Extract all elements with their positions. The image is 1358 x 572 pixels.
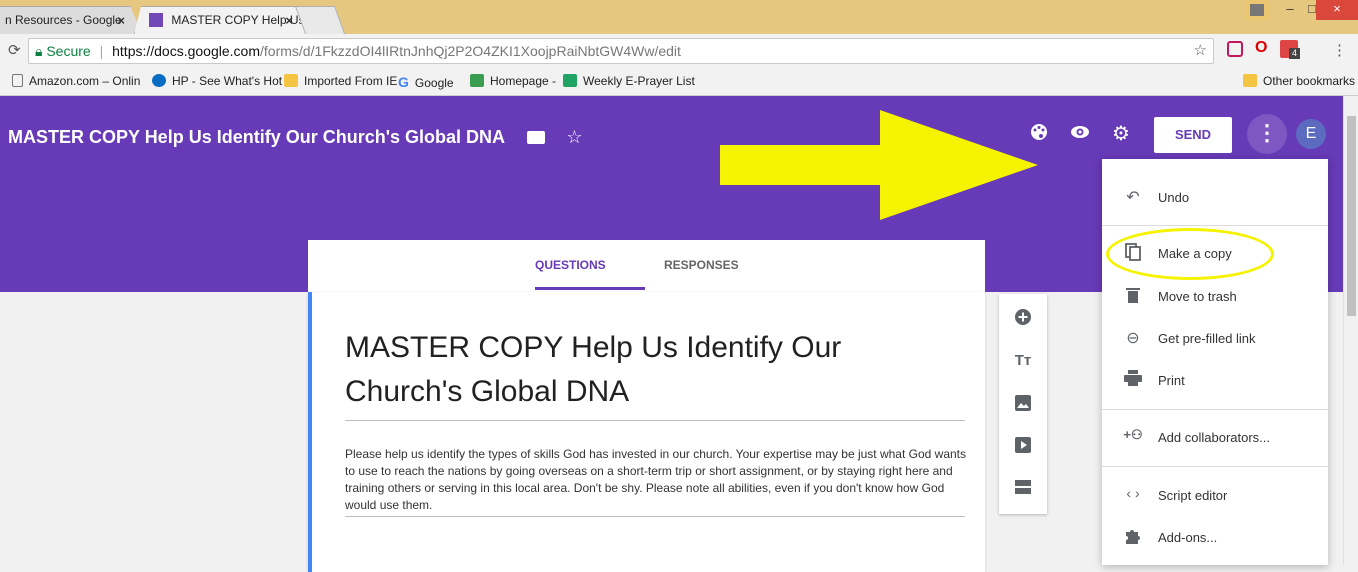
- opera-extension-icon[interactable]: O: [1255, 39, 1267, 57]
- undo-icon: ↶: [1126, 189, 1140, 206]
- bookmark-label: Weekly E-Prayer List: [583, 74, 695, 88]
- browser-tab-resources[interactable]: n Resources - Google ×: [0, 6, 142, 34]
- close-icon[interactable]: ×: [117, 13, 125, 28]
- folder-icon: [284, 74, 298, 87]
- page-scrollbar[interactable]: [1343, 96, 1358, 565]
- folder-icon[interactable]: [527, 131, 546, 144]
- video-icon[interactable]: [999, 436, 1047, 459]
- menu-divider: [1102, 409, 1328, 410]
- active-tab-indicator: [535, 287, 645, 290]
- tab-questions[interactable]: QUESTIONS: [535, 258, 606, 272]
- bookmark-label: Other bookmarks: [1263, 74, 1356, 88]
- menu-item-add-ons[interactable]: Add-ons...: [1102, 521, 1328, 555]
- send-button[interactable]: SEND: [1154, 117, 1232, 153]
- form-title-field[interactable]: MASTER COPY Help Us Identify Our Church'…: [345, 326, 965, 414]
- star-icon[interactable]: ☆: [566, 127, 582, 147]
- form-description-field[interactable]: Please help us identify the types of ski…: [345, 446, 970, 514]
- bookmark-amazon[interactable]: Amazon.com – Onlin: [12, 74, 140, 88]
- url-path: /forms/d/1FkzzdOI4lIRtnJnhQj2P2O4ZKI1Xoo…: [260, 43, 681, 59]
- menu-item-add-collaborators[interactable]: +⚇ Add collaborators...: [1102, 421, 1328, 455]
- menu-item-get-prefilled-link[interactable]: ⊖ Get pre-filled link: [1102, 322, 1328, 356]
- homepage-icon: [470, 74, 484, 87]
- menu-item-script-editor[interactable]: ‹ › Script editor: [1102, 479, 1328, 513]
- section-icon[interactable]: [999, 478, 1047, 501]
- divider: [345, 420, 965, 421]
- print-icon: [1122, 370, 1144, 391]
- avatar[interactable]: E: [1296, 119, 1326, 149]
- image-icon[interactable]: [999, 394, 1047, 417]
- folder-icon: [1243, 74, 1257, 87]
- bookmark-google[interactable]: G Google: [398, 74, 454, 90]
- bookmark-weekly-prayer[interactable]: Weekly E-Prayer List: [563, 74, 695, 88]
- tab-label: n Resources - Google: [5, 13, 122, 27]
- form-title-header[interactable]: MASTER COPY Help Us Identify Our Church'…: [8, 127, 583, 148]
- menu-item-label: Print: [1158, 373, 1185, 388]
- menu-item-print[interactable]: Print: [1102, 364, 1328, 398]
- form-tabs-card: QUESTIONS RESPONSES: [308, 240, 985, 292]
- address-bar-row: ⟳ 🔒︎ Secure | https://docs.google.com/fo…: [0, 34, 1358, 68]
- add-people-icon: +⚇: [1123, 427, 1143, 442]
- extension-badge: 4: [1289, 48, 1300, 59]
- bookmarks-bar: Amazon.com – Onlin HP - See What's Hot I…: [0, 68, 1358, 96]
- more-options-menu: ↶ Undo Make a copy Move to trash ⊖ Get p…: [1102, 159, 1328, 565]
- hp-icon: [152, 74, 166, 87]
- google-icon: G: [398, 74, 409, 90]
- menu-item-undo[interactable]: ↶ Undo: [1102, 181, 1328, 215]
- menu-item-label: Add collaborators...: [1158, 430, 1271, 445]
- link-icon: ⊖: [1126, 330, 1140, 347]
- settings-gear-icon[interactable]: ⚙: [1112, 121, 1130, 146]
- pocket-extension-icon[interactable]: [1227, 41, 1243, 57]
- bookmark-label: HP - See What's Hot: [172, 74, 283, 88]
- menu-item-label: Undo: [1158, 190, 1190, 205]
- bookmark-label: Google: [414, 76, 454, 90]
- browser-tab-strip: n Resources - Google × MASTER COPY Help …: [0, 0, 1358, 34]
- bookmark-imported-from-ie[interactable]: Imported From IE: [284, 74, 397, 88]
- annotation-arrow: [720, 110, 1038, 220]
- bookmark-other[interactable]: Other bookmarks: [1243, 74, 1355, 88]
- more-options-button[interactable]: ⋮: [1247, 114, 1287, 154]
- page-icon: [12, 74, 23, 87]
- url-host: https://docs.google.com: [112, 43, 260, 59]
- bookmark-hp[interactable]: HP - See What's Hot: [152, 74, 282, 88]
- form-title-card: MASTER COPY Help Us Identify Our Church'…: [308, 292, 985, 572]
- form-title-text: MASTER COPY Help Us Identify Our Church'…: [8, 127, 505, 147]
- bookmark-label: Amazon.com – Onlin: [29, 74, 141, 88]
- divider: [345, 516, 965, 517]
- menu-item-label: Move to trash: [1158, 289, 1237, 304]
- sheets-icon: [563, 74, 577, 87]
- tab-responses[interactable]: RESPONSES: [664, 258, 739, 272]
- palette-icon[interactable]: [1030, 123, 1048, 146]
- question-toolbar: Tт: [999, 294, 1047, 514]
- url-input[interactable]: 🔒︎ Secure | https://docs.google.com/form…: [28, 38, 1214, 64]
- add-question-icon[interactable]: [999, 308, 1047, 331]
- window-close-button[interactable]: ×: [1316, 0, 1358, 20]
- annotation-ellipse: [1106, 228, 1274, 280]
- extension-icon[interactable]: 4: [1280, 40, 1300, 59]
- user-profile-icon: [1250, 4, 1264, 16]
- browser-tab-master-copy[interactable]: MASTER COPY Help Us Id ×: [134, 6, 312, 34]
- reload-icon[interactable]: ⟳: [8, 41, 21, 59]
- menu-item-move-to-trash[interactable]: Move to trash: [1102, 280, 1328, 314]
- code-icon: ‹ ›: [1126, 485, 1140, 501]
- puzzle-icon: [1122, 527, 1144, 550]
- bookmark-label: Imported From IE: [304, 74, 398, 88]
- preview-eye-icon[interactable]: [1070, 123, 1090, 146]
- scrollbar-thumb[interactable]: [1347, 116, 1356, 316]
- menu-item-label: Get pre-filled link: [1158, 331, 1256, 346]
- browser-menu-icon[interactable]: ⋮: [1332, 41, 1347, 59]
- menu-item-label: Add-ons...: [1158, 530, 1218, 545]
- menu-item-label: Script editor: [1158, 488, 1228, 503]
- bookmark-homepage[interactable]: Homepage -: [470, 74, 556, 88]
- forms-favicon-icon: [149, 13, 163, 27]
- menu-divider: [1102, 225, 1328, 226]
- lock-icon: 🔒︎: [35, 43, 43, 59]
- title-text-icon[interactable]: Tт: [999, 352, 1047, 369]
- bookmark-label: Homepage -: [490, 74, 557, 88]
- minimize-button[interactable]: [1246, 0, 1270, 20]
- bookmark-star-icon[interactable]: ☆: [1194, 39, 1207, 63]
- secure-label: Secure: [46, 43, 91, 59]
- trash-icon: [1122, 286, 1144, 309]
- menu-divider: [1102, 466, 1328, 467]
- close-icon[interactable]: ×: [285, 13, 293, 28]
